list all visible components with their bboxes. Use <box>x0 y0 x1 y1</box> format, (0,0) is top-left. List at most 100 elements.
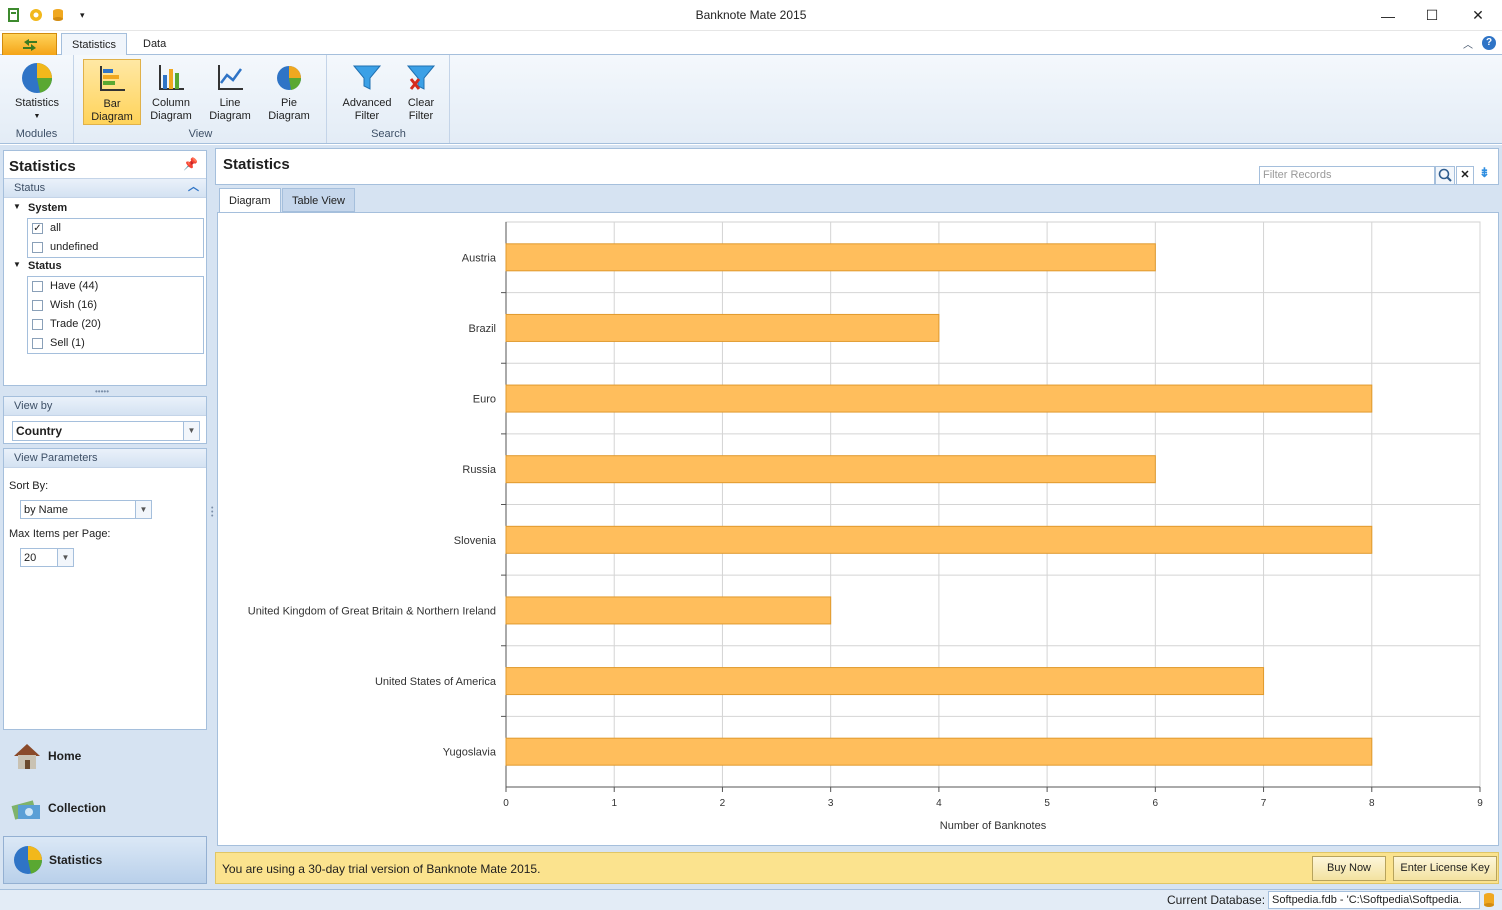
database-icon[interactable] <box>1482 892 1496 908</box>
x-axis-title: Number of Banknotes <box>940 820 1047 832</box>
checkbox-checked[interactable]: ✓ <box>32 223 43 234</box>
x-tick-label: 0 <box>503 798 509 809</box>
nav-collection[interactable]: Collection <box>3 784 207 832</box>
x-tick-label: 2 <box>720 798 726 809</box>
line-diagram-icon <box>213 61 247 95</box>
sort-by-value: by Name <box>24 504 69 516</box>
bar-united-states-of-america <box>505 667 1265 696</box>
status-section-header[interactable]: Status ︿ <box>4 179 206 198</box>
x-tick-label: 3 <box>828 798 834 809</box>
close-icon: ✕ <box>1472 7 1484 23</box>
checkbox[interactable] <box>32 300 43 311</box>
enter-license-key-button[interactable]: Enter License Key <box>1393 856 1497 881</box>
statistics-module-label: Statistics <box>14 97 59 109</box>
filter-item-undefined[interactable]: undefined <box>28 238 203 257</box>
category-label: Austria <box>462 252 497 264</box>
view-by-header: View by <box>4 397 206 416</box>
filter-item-have[interactable]: Have (44) <box>28 277 203 296</box>
system-group-label: System <box>28 202 68 214</box>
filter-item-label: all <box>50 222 62 234</box>
x-tick-label: 7 <box>1261 798 1267 809</box>
nav-statistics[interactable]: Statistics <box>3 836 207 884</box>
checkbox[interactable] <box>32 338 43 349</box>
tab-data[interactable]: Data <box>133 33 176 56</box>
collapse-ribbon-icon[interactable]: ︿ <box>1463 36 1473 51</box>
nav-collection-label: Collection <box>48 801 107 815</box>
clear-funnel-icon <box>404 61 438 95</box>
filter-options-icon[interactable]: ⇟ <box>1479 165 1490 181</box>
status-panel: Statistics 📌 Status ︿ ▼ System ✓ all unde… <box>3 150 207 386</box>
ribbon-group-modules: Statistics ▼ Modules <box>0 55 74 143</box>
tab-table-view[interactable]: Table View <box>282 188 355 212</box>
help-icon[interactable]: ? <box>1482 36 1496 50</box>
tab-statistics[interactable]: Statistics <box>61 33 128 56</box>
arrows-icon <box>22 38 37 51</box>
bar-slovenia <box>505 525 1373 554</box>
bar-brazil <box>505 313 940 342</box>
bar-euro <box>505 384 1373 413</box>
system-group[interactable]: ▼ System <box>4 200 206 218</box>
category-label: United States of America <box>375 676 497 688</box>
filter-item-label: Wish (16) <box>50 299 98 311</box>
pie-diagram-icon <box>272 61 306 95</box>
pin-icon[interactable]: 📌 <box>183 157 198 171</box>
application-menu-button[interactable] <box>2 33 57 55</box>
category-label: Brazil <box>468 323 496 335</box>
current-database-label: Current Database: <box>1167 893 1266 907</box>
chevron-down-icon[interactable]: ▼ <box>57 549 73 566</box>
checkbox[interactable] <box>32 242 43 253</box>
filter-item-sell[interactable]: Sell (1) <box>28 334 203 353</box>
filter-item-label: Have (44) <box>50 280 99 292</box>
chevron-down-icon[interactable]: ▼ <box>135 501 151 518</box>
collapse-icon[interactable]: ︿ <box>188 180 199 195</box>
max-items-value: 20 <box>24 552 37 564</box>
checkbox[interactable] <box>32 319 43 330</box>
buy-now-button[interactable]: Buy Now <box>1312 856 1386 881</box>
column-diagram-button[interactable]: Column Diagram <box>142 59 200 125</box>
filter-item-trade[interactable]: Trade (20) <box>28 315 203 334</box>
pie-diagram-button[interactable]: Pie Diagram <box>260 59 318 125</box>
x-tick-label: 8 <box>1369 798 1375 809</box>
status-group[interactable]: ▼ Status <box>4 258 206 276</box>
funnel-icon <box>350 61 384 95</box>
panel-title-text: Statistics <box>9 158 76 175</box>
tab-diagram[interactable]: Diagram <box>219 188 281 213</box>
search-button[interactable] <box>1435 166 1455 185</box>
bar-diagram-label: Bar Diagram <box>91 98 133 123</box>
max-items-select[interactable]: 20 ▼ <box>20 548 74 567</box>
bar-russia <box>505 455 1156 484</box>
close-button[interactable]: ✕ <box>1455 0 1501 31</box>
view-parameters-panel: View Parameters Sort By: by Name ▼ Max I… <box>3 448 207 730</box>
ribbon-group-view: Bar Diagram Column Diagram Line Diagram … <box>75 55 327 143</box>
nav-home-label: Home <box>48 749 82 763</box>
main-title: Statistics <box>223 156 290 173</box>
filter-item-all[interactable]: ✓ all <box>28 219 203 238</box>
ribbon-group-label: View <box>188 128 213 140</box>
line-diagram-button[interactable]: Line Diagram <box>201 59 259 125</box>
statistics-module-button[interactable]: Statistics ▼ <box>8 59 66 125</box>
chevron-down-icon[interactable]: ▼ <box>183 422 199 440</box>
minimize-button[interactable]: — <box>1365 0 1411 31</box>
nav-home[interactable]: Home <box>3 732 207 780</box>
filter-item-label: Sell (1) <box>50 337 85 349</box>
clear-search-button[interactable]: ✕ <box>1456 166 1474 185</box>
filter-item-label: undefined <box>50 241 99 253</box>
bar-diagram-icon <box>95 62 129 96</box>
bar-diagram-button[interactable]: Bar Diagram <box>83 59 141 125</box>
main-header: Statistics Filter Records ✕ ⇟ <box>215 148 1499 185</box>
advanced-filter-label: Advanced Filter <box>342 97 392 122</box>
filter-records-input[interactable]: Filter Records <box>1259 166 1435 185</box>
maximize-button[interactable]: ☐ <box>1409 0 1455 31</box>
left-panel: Statistics 📌 Status ︿ ▼ System ✓ all unde… <box>0 145 211 890</box>
checkbox[interactable] <box>32 281 43 292</box>
view-by-panel: View by Country ▼ <box>3 396 207 444</box>
view-by-select[interactable]: Country ▼ <box>12 421 200 441</box>
sort-by-select[interactable]: by Name ▼ <box>20 500 152 519</box>
splitter-grip[interactable]: ••••• <box>95 387 109 396</box>
expand-arrow-icon: ▼ <box>13 260 21 269</box>
clear-filter-button[interactable]: Clear Filter <box>392 59 450 125</box>
advanced-filter-button[interactable]: Advanced Filter <box>338 59 396 125</box>
filter-item-wish[interactable]: Wish (16) <box>28 296 203 315</box>
column-diagram-label: Column Diagram <box>150 97 192 122</box>
chart-area: 0 1 2 3 4 5 6 7 8 9 Austria Brazil Euro Russia Sloveni… <box>217 212 1499 846</box>
